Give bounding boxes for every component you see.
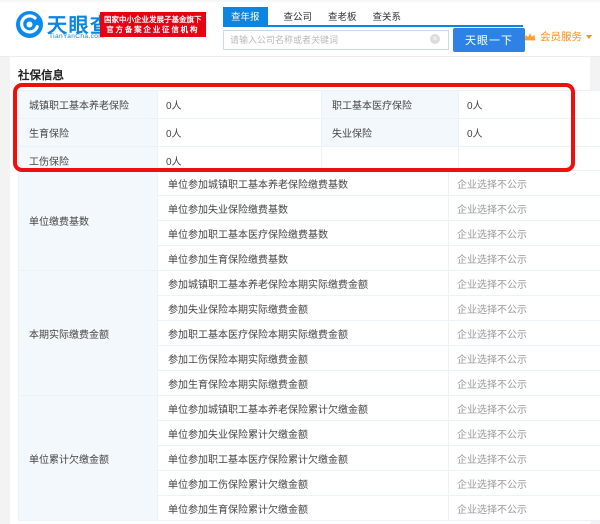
table-row: 本期实际缴费金额参加城镇职工基本养老保险本期实际缴费金额企业选择不公示 (19, 271, 600, 296)
not-disclosed-value: 企业选择不公示 (449, 321, 600, 346)
insured-count-value: 0人 (459, 91, 600, 119)
not-disclosed-value: 企业选择不公示 (449, 471, 600, 496)
vip-services[interactable]: 会员服务 (524, 29, 592, 44)
detail-item-label: 单位参加职工基本医疗保险累计欠缴金额 (158, 446, 449, 471)
not-disclosed-value: 企业选择不公示 (449, 171, 600, 196)
insured-headcount-table: 城镇职工基本养老保险0人职工基本医疗保险0人生育保险0人失业保险0人工伤保险0人 (18, 90, 600, 175)
insurance-type-label: 职工基本医疗保险 (322, 91, 459, 119)
table-row: 生育保险0人失业保险0人 (19, 119, 600, 147)
chevron-down-icon (586, 35, 592, 39)
official-badge: 国家中小企业发展子基金旗下 官方备案企业征信机构 (100, 12, 206, 37)
top-divider (0, 0, 600, 2)
detail-group-label: 本期实际缴费金额 (19, 271, 158, 396)
not-disclosed-value: 企业选择不公示 (449, 271, 600, 296)
section-title: 社保信息 (18, 67, 64, 83)
detail-item-label: 单位参加职工基本医疗保险缴费基数 (158, 221, 449, 246)
insured-count-value: 0人 (158, 91, 322, 119)
search-input[interactable] (223, 30, 449, 50)
search-tab[interactable]: 查公司 (284, 7, 313, 25)
search-button[interactable]: 天眼一下 (453, 28, 525, 52)
not-disclosed-value: 企业选择不公示 (449, 396, 600, 421)
not-disclosed-value: 企业选择不公示 (449, 221, 600, 246)
vip-crown-icon (524, 32, 536, 42)
vip-label: 会员服务 (540, 29, 582, 44)
insurance-type-label: 失业保险 (322, 119, 459, 147)
tianyancha-logo-icon[interactable] (16, 11, 43, 38)
brand-domain: TianYanCha.com (49, 33, 104, 40)
badge-line1: 国家中小企业发展子基金旗下 (104, 15, 202, 25)
search-tab[interactable]: 查关系 (373, 7, 402, 25)
not-disclosed-value: 企业选择不公示 (449, 496, 600, 521)
not-disclosed-value: 企业选择不公示 (449, 246, 600, 271)
search-tab[interactable]: 查年报 (223, 7, 268, 25)
table-row: 单位累计欠缴金额单位参加城镇职工基本养老保险累计欠缴金额企业选择不公示 (19, 396, 600, 421)
social-insurance-card: 社保信息 城镇职工基本养老保险0人职工基本医疗保险0人生育保险0人失业保险0人工… (10, 57, 590, 524)
detail-item-label: 参加生育保险本期实际缴费金额 (158, 371, 449, 396)
detail-item-label: 单位参加城镇职工基本养老保险缴费基数 (158, 171, 449, 196)
search-tab[interactable]: 查老板 (328, 7, 357, 25)
detail-item-label: 单位参加失业保险缴费基数 (158, 196, 449, 221)
not-disclosed-value: 企业选择不公示 (449, 446, 600, 471)
search-tabs: 查年报查公司查老板查关系 (223, 9, 523, 27)
detail-item-label: 单位参加工伤保险累计欠缴金额 (158, 471, 449, 496)
insurance-type-label: 生育保险 (19, 119, 158, 147)
insured-count-value: 0人 (158, 119, 322, 147)
insurance-type-label: 城镇职工基本养老保险 (19, 91, 158, 119)
not-disclosed-value: 企业选择不公示 (449, 421, 600, 446)
not-disclosed-value: 企业选择不公示 (449, 196, 600, 221)
detail-item-label: 单位参加失业保险累计欠缴金额 (158, 421, 449, 446)
not-disclosed-value: 企业选择不公示 (449, 346, 600, 371)
insured-count-value: 0人 (459, 119, 600, 147)
detail-item-label: 单位参加生育保险累计欠缴金额 (158, 496, 449, 521)
contribution-detail-table: 单位缴费基数单位参加城镇职工基本养老保险缴费基数企业选择不公示单位参加失业保险缴… (18, 170, 600, 521)
search-row: × 天眼一下 (223, 28, 525, 52)
top-header: 天眼查 TianYanCha.com 国家中小企业发展子基金旗下 官方备案企业征… (0, 0, 600, 57)
detail-item-label: 参加城镇职工基本养老保险本期实际缴费金额 (158, 271, 449, 296)
not-disclosed-value: 企业选择不公示 (449, 296, 600, 321)
clear-search-icon[interactable]: × (430, 34, 440, 44)
detail-group-label: 单位累计欠缴金额 (19, 396, 158, 521)
detail-item-label: 参加工伤保险本期实际缴费金额 (158, 346, 449, 371)
detail-item-label: 单位参加生育保险缴费基数 (158, 246, 449, 271)
detail-group-label: 单位缴费基数 (19, 171, 158, 271)
badge-line2: 官方备案企业征信机构 (104, 25, 202, 35)
detail-item-label: 单位参加城镇职工基本养老保险累计欠缴金额 (158, 396, 449, 421)
search-area: 查年报查公司查老板查关系 × 天眼一下 (223, 9, 525, 52)
detail-item-label: 参加失业保险本期实际缴费金额 (158, 296, 449, 321)
table-row: 城镇职工基本养老保险0人职工基本医疗保险0人 (19, 91, 600, 119)
detail-item-label: 参加职工基本医疗保险本期实际缴费金额 (158, 321, 449, 346)
table-row: 单位缴费基数单位参加城镇职工基本养老保险缴费基数企业选择不公示 (19, 171, 600, 196)
not-disclosed-value: 企业选择不公示 (449, 371, 600, 396)
